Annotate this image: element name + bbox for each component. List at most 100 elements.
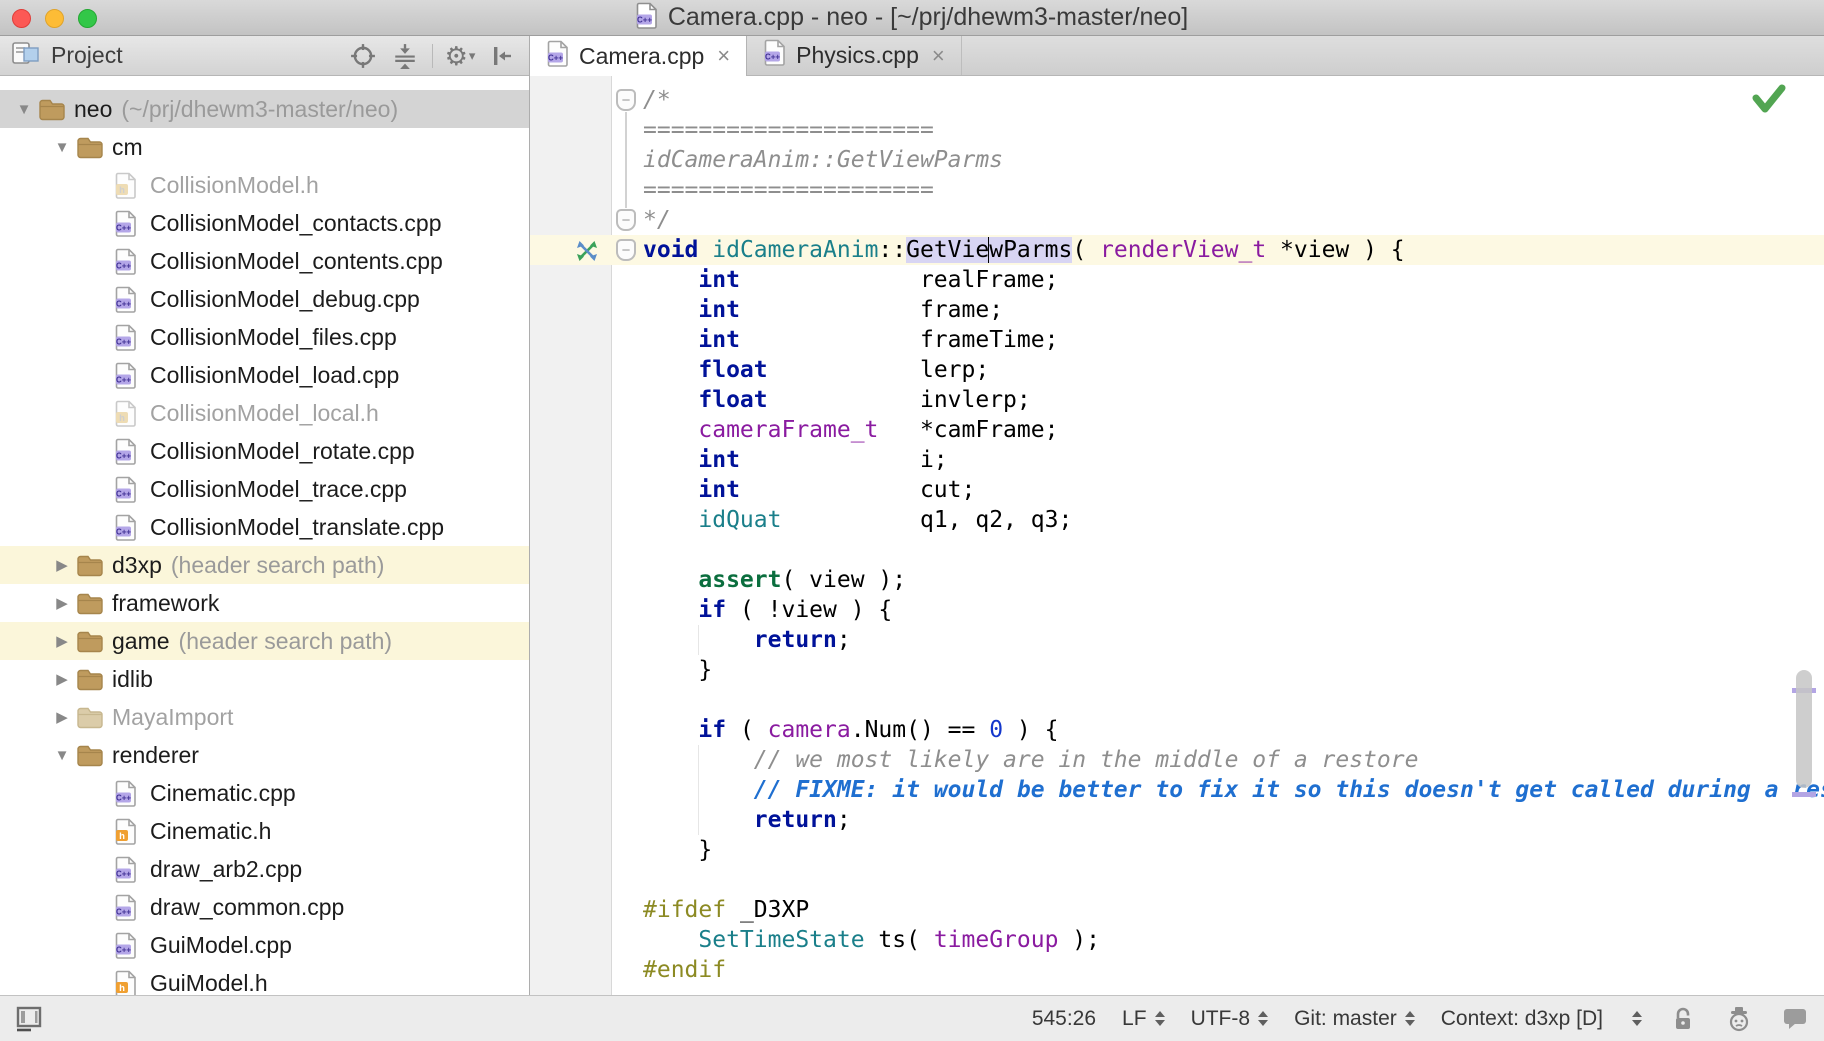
close-tab-icon[interactable]: × — [932, 43, 945, 69]
fold-marker[interactable]: − — [616, 209, 636, 231]
notifications-icon[interactable] — [1780, 1003, 1810, 1035]
tab-camera-cpp[interactable]: C++ Camera.cpp × — [530, 36, 747, 76]
editor-scrollbar[interactable] — [1796, 670, 1812, 788]
code-line[interactable]: cameraFrame_t *camFrame; — [530, 415, 1824, 445]
stripe-mark[interactable] — [1792, 792, 1816, 797]
svg-text:h: h — [119, 413, 125, 424]
tree-item[interactable]: C++CollisionModel_rotate.cpp — [0, 432, 529, 470]
fold-marker[interactable]: − — [616, 89, 636, 111]
code-line[interactable]: void idCameraAnim::GetViewParms( renderV… — [530, 235, 1824, 265]
code-line[interactable]: } — [530, 655, 1824, 685]
unlock-icon[interactable] — [1668, 1003, 1698, 1035]
resolve-context-widget[interactable]: Context: d3xp [D] — [1441, 1007, 1603, 1031]
chevron-right-icon[interactable]: ▶ — [48, 670, 76, 688]
tree-item[interactable]: hGuiModel.h — [0, 964, 529, 995]
tree-item[interactable]: C++draw_common.cpp — [0, 888, 529, 926]
code-line[interactable]: float lerp; — [530, 355, 1824, 385]
updown-icon — [1405, 1011, 1415, 1026]
locate-icon[interactable] — [346, 40, 380, 72]
tree-item[interactable]: C++CollisionModel_files.cpp — [0, 318, 529, 356]
code-line[interactable]: int realFrame; — [530, 265, 1824, 295]
window-title-group: C++ Camera.cpp - neo - [~/prj/dhewm3-mas… — [636, 2, 1188, 34]
code-line[interactable]: idQuat q1, q2, q3; — [530, 505, 1824, 535]
code-line[interactable]: if ( !view ) { — [530, 595, 1824, 625]
git-branch-widget[interactable]: Git: master — [1294, 1007, 1415, 1031]
settings-gear-icon[interactable]: ⚙▾ — [443, 40, 477, 72]
code-line[interactable] — [530, 535, 1824, 565]
code-line[interactable]: idCameraAnim::GetViewParms — [530, 145, 1824, 175]
tree-item[interactable]: C++draw_arb2.cpp — [0, 850, 529, 888]
tree-item[interactable]: ▶idlib — [0, 660, 529, 698]
tree-item[interactable]: ▼renderer — [0, 736, 529, 774]
code-line[interactable]: assert( view ); — [530, 565, 1824, 595]
hide-panel-icon[interactable] — [485, 40, 519, 72]
minimize-window-button[interactable] — [45, 9, 64, 28]
collapse-all-icon[interactable] — [388, 40, 422, 72]
override-marker-icon[interactable] — [576, 240, 598, 270]
code-line[interactable]: SetTimeState ts( timeGroup ); — [530, 925, 1824, 955]
close-window-button[interactable] — [12, 9, 31, 28]
zoom-window-button[interactable] — [78, 9, 97, 28]
tree-item[interactable]: C++CollisionModel_debug.cpp — [0, 280, 529, 318]
code-line[interactable]: ===================== — [530, 115, 1824, 145]
tree-item[interactable]: ▼neo(~/prj/dhewm3-master/neo) — [0, 90, 529, 128]
svg-text:C++: C++ — [116, 451, 131, 460]
hector-icon[interactable] — [1724, 1003, 1754, 1035]
chevron-down-icon[interactable]: ▼ — [10, 101, 38, 118]
code-area[interactable]: /*=====================idCameraAnim::Get… — [530, 85, 1824, 985]
code-line[interactable]: int frameTime; — [530, 325, 1824, 355]
tree-item[interactable]: ▶d3xp(header search path) — [0, 546, 529, 584]
fold-marker[interactable]: − — [616, 239, 636, 261]
tree-item[interactable]: ▶game(header search path) — [0, 622, 529, 660]
encoding-selector[interactable]: UTF-8 — [1191, 1007, 1269, 1031]
chevron-right-icon[interactable]: ▶ — [48, 556, 76, 574]
tree-item[interactable]: ▼cm — [0, 128, 529, 166]
code-line[interactable]: return; — [530, 625, 1824, 655]
code-editor[interactable]: /*=====================idCameraAnim::Get… — [530, 76, 1824, 995]
code-line[interactable]: if ( camera.Num() == 0 ) { — [530, 715, 1824, 745]
code-line[interactable]: ===================== — [530, 175, 1824, 205]
tree-item[interactable]: C++Cinematic.cpp — [0, 774, 529, 812]
code-line[interactable]: float invlerp; — [530, 385, 1824, 415]
tab-physics-cpp[interactable]: C++ Physics.cpp × — [747, 36, 962, 75]
tree-item[interactable]: C++CollisionModel_trace.cpp — [0, 470, 529, 508]
chevron-down-icon[interactable]: ▼ — [48, 139, 76, 156]
updown-icon[interactable] — [1632, 1011, 1642, 1026]
code-line[interactable]: return; — [530, 805, 1824, 835]
tree-item[interactable]: h CollisionModel_local.h — [0, 394, 529, 432]
code-line[interactable]: // we most likely are in the middle of a… — [530, 745, 1824, 775]
tree-item[interactable]: ▶framework — [0, 584, 529, 622]
code-line[interactable]: */ — [530, 205, 1824, 235]
code-line[interactable] — [530, 685, 1824, 715]
toggle-toolwindows-icon[interactable] — [14, 1003, 44, 1035]
folder-icon — [38, 98, 68, 121]
tree-item[interactable]: C++CollisionModel_contacts.cpp — [0, 204, 529, 242]
code-line[interactable]: int cut; — [530, 475, 1824, 505]
code-line[interactable] — [530, 865, 1824, 895]
close-tab-icon[interactable]: × — [717, 43, 730, 69]
tree-item-label: CollisionModel_local.h — [150, 400, 379, 427]
tree-item[interactable]: hCollisionModel.h — [0, 166, 529, 204]
chevron-right-icon[interactable]: ▶ — [48, 594, 76, 612]
tree-item[interactable]: C++CollisionModel_translate.cpp — [0, 508, 529, 546]
tree-item[interactable]: C++CollisionModel_load.cpp — [0, 356, 529, 394]
caret-position[interactable]: 545:26 — [1032, 1007, 1096, 1031]
cpp-file-icon: C++ — [114, 476, 144, 503]
code-line[interactable]: int frame; — [530, 295, 1824, 325]
window-title: Camera.cpp - neo - [~/prj/dhewm3-master/… — [668, 3, 1188, 32]
tree-item[interactable]: ▶MayaImport — [0, 698, 529, 736]
tree-item[interactable]: C++CollisionModel_contents.cpp — [0, 242, 529, 280]
tree-item[interactable]: C++GuiModel.cpp — [0, 926, 529, 964]
code-line[interactable]: int i; — [530, 445, 1824, 475]
tree-item[interactable]: hCinematic.h — [0, 812, 529, 850]
chevron-right-icon[interactable]: ▶ — [48, 632, 76, 650]
code-line[interactable]: } — [530, 835, 1824, 865]
code-line[interactable]: // FIXME: it would be better to fix it s… — [530, 775, 1824, 805]
line-ending-selector[interactable]: LF — [1122, 1007, 1165, 1031]
inspection-ok-icon[interactable] — [1752, 84, 1786, 124]
chevron-right-icon[interactable]: ▶ — [48, 708, 76, 726]
code-line[interactable]: /* — [530, 85, 1824, 115]
chevron-down-icon[interactable]: ▼ — [48, 747, 76, 764]
code-line[interactable]: #ifdef _D3XP — [530, 895, 1824, 925]
code-line[interactable]: #endif — [530, 955, 1824, 985]
